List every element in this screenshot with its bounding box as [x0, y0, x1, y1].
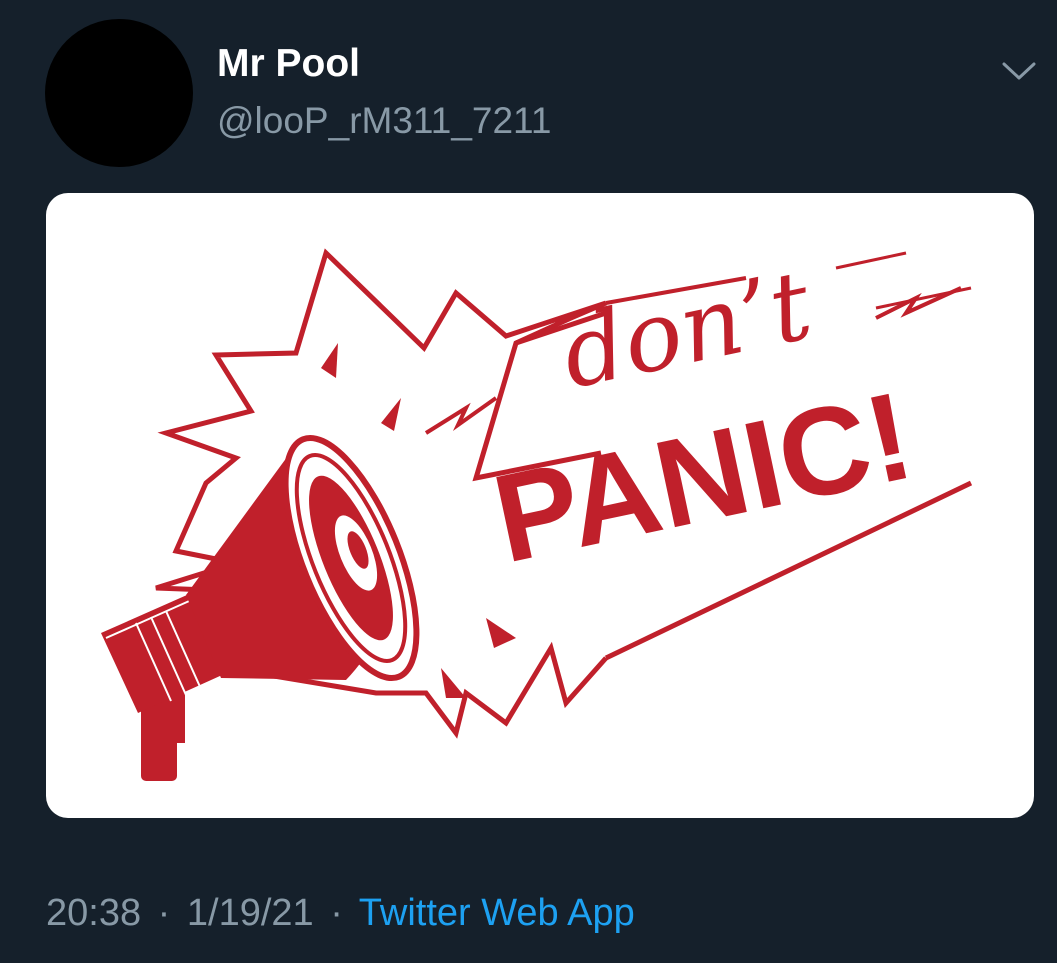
- lightning-bolt: [424, 396, 498, 435]
- spark-mark: [321, 343, 338, 378]
- tweet-date[interactable]: 1/19/21: [187, 892, 314, 934]
- spark-mark: [381, 398, 401, 431]
- meta-separator: ·: [330, 892, 343, 934]
- meta-separator: ·: [157, 892, 171, 934]
- lightning-bolt: [875, 286, 962, 320]
- spark-mark: [441, 668, 466, 698]
- tweet-media-image[interactable]: don’t PANIC!: [46, 193, 1034, 818]
- megaphone-icon: [101, 434, 420, 781]
- spark-mark: [486, 618, 516, 648]
- tweet-time[interactable]: 20:38: [46, 892, 141, 934]
- avatar[interactable]: [45, 19, 193, 167]
- tweet-source-link[interactable]: Twitter Web App: [359, 892, 635, 934]
- chevron-down-icon[interactable]: [1000, 56, 1038, 86]
- image-text-panic: PANIC!: [483, 366, 924, 590]
- display-name[interactable]: Mr Pool: [217, 44, 360, 83]
- tweet-meta: 20:38 · 1/19/21 · Twitter Web App: [46, 894, 635, 932]
- dont-panic-illustration: don’t PANIC!: [101, 248, 973, 781]
- user-handle[interactable]: @looP_rM311_7211: [217, 102, 551, 139]
- speed-line: [835, 251, 907, 270]
- image-text-dont: don’t: [552, 249, 820, 411]
